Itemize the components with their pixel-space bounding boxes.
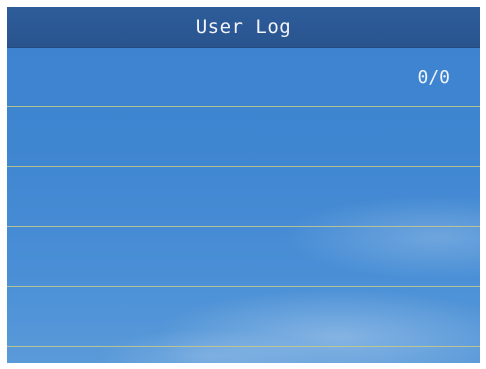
log-row-5[interactable] [7, 287, 480, 347]
title-bar: User Log [7, 7, 480, 48]
device-frame: User Log 0/0 [0, 0, 486, 369]
screen: User Log 0/0 [7, 7, 480, 363]
log-row-1[interactable] [7, 47, 480, 107]
log-row-3[interactable] [7, 167, 480, 227]
page-title: User Log [195, 16, 292, 38]
log-row-2[interactable] [7, 107, 480, 167]
log-row-4[interactable] [7, 227, 480, 287]
row-divider [7, 346, 480, 347]
